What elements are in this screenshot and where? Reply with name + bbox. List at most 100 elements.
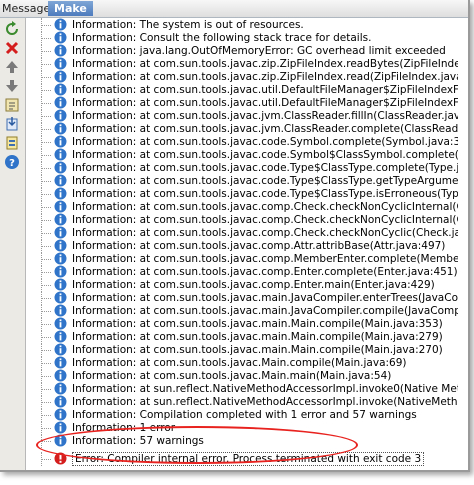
message-text: Information: at com.sun.tools.javac.code… [72,162,466,174]
messages-toolbar: ? [0,18,26,470]
info-message-row[interactable]: Information: at sun.reflect.NativeMethod… [26,395,466,409]
info-message-row[interactable]: Information: at com.sun.tools.javac.Main… [26,356,466,370]
message-text: Information: at com.sun.tools.javac.comp… [72,227,466,239]
svg-text:?: ? [9,158,15,169]
info-icon [54,252,67,265]
info-message-row[interactable]: Information: at com.sun.tools.javac.main… [26,317,466,331]
info-message-row[interactable]: Information: at com.sun.tools.javac.comp… [26,213,466,227]
tree-branch [42,311,51,312]
info-message-row[interactable]: Information: at sun.reflect.NativeMethod… [26,382,466,396]
message-text: Information: at com.sun.tools.javac.util… [72,97,466,109]
info-message-row[interactable]: Information: at com.sun.tools.javac.comp… [26,265,466,279]
info-message-row[interactable]: Information: at com.sun.tools.javac.comp… [26,226,466,240]
message-text: Information: Consult the following stack… [72,32,372,44]
info-message-row[interactable]: Information: at com.sun.tools.javac.main… [26,304,466,318]
info-icon [54,187,67,200]
tree-branch [42,181,51,182]
message-text: Information: at com.sun.tools.javac.main… [72,331,443,343]
info-icon [54,109,67,122]
previous-arrow-icon[interactable] [4,59,20,75]
info-message-row[interactable]: Information: at com.sun.tools.javac.code… [26,187,466,201]
info-message-row[interactable]: Information: at com.sun.tools.javac.jvm.… [26,122,466,136]
info-message-row[interactable]: Information: at com.sun.tools.javac.util… [26,96,466,110]
info-icon [54,421,67,434]
info-icon [54,382,67,395]
info-icon [54,226,67,239]
info-icon [54,265,67,278]
info-message-row[interactable]: Information: java.lang.OutOfMemoryError:… [26,44,466,58]
tree-branch [42,129,51,130]
info-icon [54,70,67,83]
settings-icon[interactable] [4,135,20,151]
tree-branch [42,402,51,403]
tree-branch [42,142,51,143]
info-icon [54,343,67,356]
error-highlight-ellipse [36,426,358,464]
tab-make[interactable]: Make [48,1,93,16]
close-error-icon[interactable] [4,40,20,56]
info-icon [54,18,67,31]
info-message-row[interactable]: Information: at com.sun.tools.javac.code… [26,174,466,188]
tree-branch [42,155,51,156]
panel-edge [458,18,468,470]
info-icon [54,96,67,109]
info-icon [54,395,67,408]
message-text: Information: at com.sun.tools.javac.comp… [72,240,446,252]
tree-branch [42,350,51,351]
message-text: Information: at com.sun.tools.javac.code… [72,149,466,161]
message-text: Information: at sun.reflect.NativeMethod… [72,396,466,408]
info-message-row[interactable]: Information: at com.sun.tools.javac.main… [26,291,466,305]
message-text: Information: at com.sun.tools.javac.comp… [72,214,466,226]
tree-branch [42,337,51,338]
info-message-row[interactable]: Information: at com.sun.tools.javac.comp… [26,278,466,292]
message-text: Information: at com.sun.tools.javac.jvm.… [72,123,466,135]
info-message-row[interactable]: Information: at com.sun.tools.javac.comp… [26,239,466,253]
tree-branch [42,194,51,195]
info-icon [54,278,67,291]
info-icon [54,356,67,369]
info-message-row[interactable]: Information: at com.sun.tools.javac.main… [26,330,466,344]
info-message-row[interactable]: Information: at com.sun.tools.javac.zip.… [26,57,466,71]
info-message-row[interactable]: Information: Compilation completed with … [26,408,466,422]
tree-branch [42,415,51,416]
info-message-row[interactable]: Information: at com.sun.tools.javac.comp… [26,200,466,214]
tree-branch [42,220,51,221]
info-message-row[interactable]: Information: Consult the following stack… [26,31,466,45]
info-message-row[interactable]: Information: at com.sun.tools.javac.code… [26,135,466,149]
info-message-row[interactable]: Information: The system is out of resour… [26,18,466,32]
info-icon [54,31,67,44]
help-icon[interactable]: ? [4,154,20,170]
info-message-row[interactable]: Information: at com.sun.tools.javac.main… [26,343,466,357]
info-icon [54,317,67,330]
info-icon [54,122,67,135]
tree-branch [42,103,51,104]
refresh-icon[interactable] [4,21,20,37]
info-icon [54,304,67,317]
info-message-row[interactable]: Information: at com.sun.tools.javac.Main… [26,369,466,383]
tool-window-header: Messages Make [0,0,468,18]
info-icon [54,369,67,382]
message-text: Information: at com.sun.tools.javac.Main… [72,370,392,382]
tree-branch [42,64,51,65]
message-text: Information: at sun.reflect.NativeMethod… [72,383,466,395]
info-message-row[interactable]: Information: at com.sun.tools.javac.code… [26,161,466,175]
tree-branch [42,168,51,169]
next-arrow-icon[interactable] [4,78,20,94]
info-message-row[interactable]: Information: at com.sun.tools.javac.comp… [26,252,466,266]
tree-branch [42,428,51,429]
info-icon [54,135,67,148]
tree-branch [42,246,51,247]
tree-branch [42,272,51,273]
message-text: Information: at com.sun.tools.javac.comp… [72,266,458,278]
info-message-row[interactable]: Information: at com.sun.tools.javac.jvm.… [26,109,466,123]
info-message-row[interactable]: Information: at com.sun.tools.javac.zip.… [26,70,466,84]
message-text: Information: at com.sun.tools.javac.code… [72,175,466,187]
info-icon [54,83,67,96]
autoscroll-icon[interactable] [4,97,20,113]
message-text: Information: at com.sun.tools.javac.main… [72,344,443,356]
tree-branch [42,233,51,234]
info-icon [54,330,67,343]
export-icon[interactable] [4,116,20,132]
info-message-row[interactable]: Information: at com.sun.tools.javac.code… [26,148,466,162]
info-message-row[interactable]: Information: at com.sun.tools.javac.util… [26,83,466,97]
